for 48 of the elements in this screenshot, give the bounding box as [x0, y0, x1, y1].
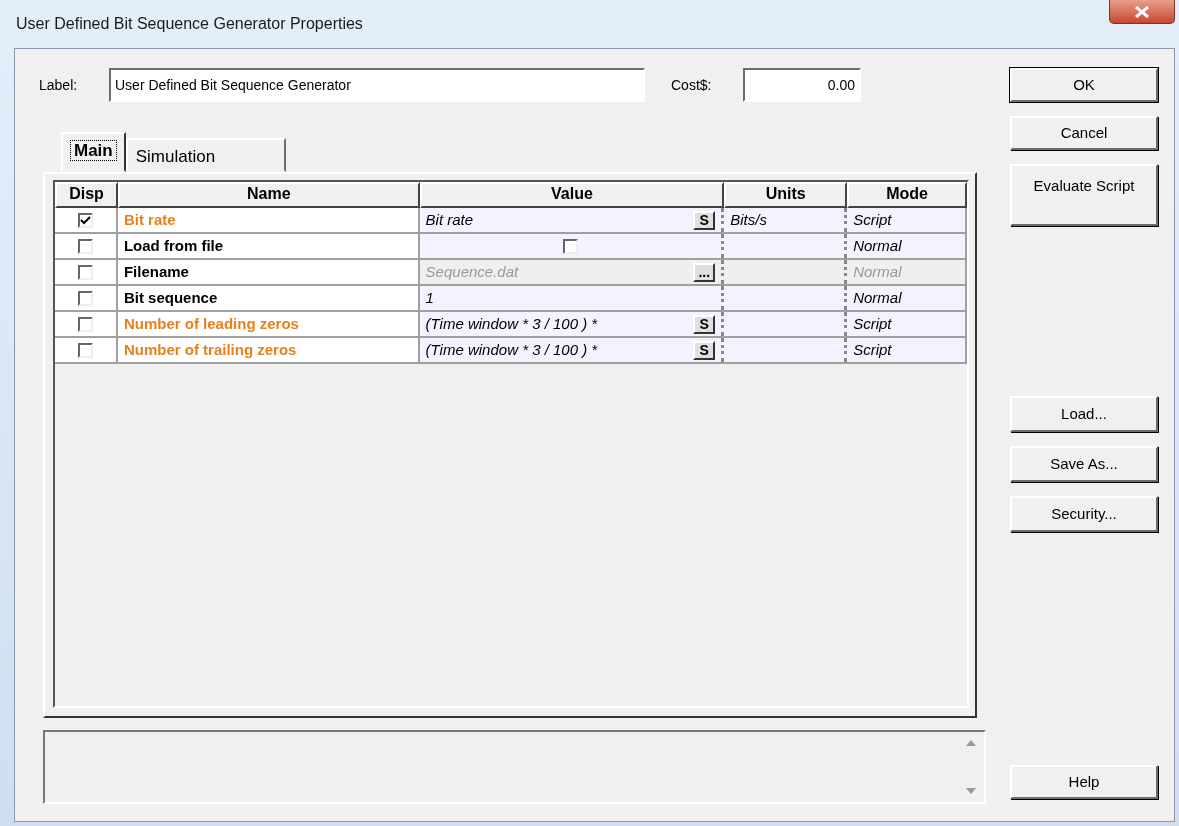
cost-caption: Cost$:	[671, 75, 713, 95]
checkbox[interactable]	[77, 212, 93, 228]
column-header: Units	[724, 182, 848, 208]
cell-text: Bit rate	[425, 210, 474, 230]
dialog-button[interactable]: Security...	[1010, 496, 1158, 532]
cell-text: Normal	[853, 262, 902, 282]
table-cell: Filename	[117, 260, 420, 284]
table-cell: Number of trailing zeros	[117, 338, 420, 362]
cost-field[interactable]: 0.00	[743, 68, 861, 102]
help-button[interactable]: Help	[1010, 765, 1158, 799]
table-cell: Load from file	[117, 234, 420, 258]
dialog-button[interactable]: Load...	[1010, 396, 1158, 432]
table-cell: Number of leading zeros	[117, 312, 420, 336]
checkbox[interactable]	[562, 238, 578, 254]
column-header: Disp	[55, 182, 118, 208]
script-button[interactable]: S	[693, 340, 716, 360]
cell-text: Sequence.dat	[425, 262, 519, 282]
column-header: Name	[117, 182, 420, 208]
window-title: User Defined Bit Sequence Generator Properties	[16, 14, 363, 34]
column-header: Value	[419, 182, 725, 208]
cell-text: Script	[853, 210, 892, 230]
cell-text: Normal	[853, 288, 902, 308]
cell-text: (Time window * 3 / 100 ) *	[425, 314, 598, 334]
close-button[interactable]	[1109, 0, 1175, 24]
checkbox[interactable]	[77, 316, 93, 332]
dialog-button[interactable]: Save As...	[1010, 446, 1158, 482]
table-cell: Bit sequence	[117, 286, 420, 310]
cell-text: Script	[853, 340, 892, 360]
checkbox[interactable]	[77, 342, 93, 358]
checkbox[interactable]	[77, 290, 93, 306]
tab[interactable]: Simulation	[125, 138, 286, 172]
label-field[interactable]: User Defined Bit Sequence Generator	[109, 68, 645, 102]
script-button[interactable]: S	[693, 314, 716, 334]
script-button[interactable]: S	[693, 210, 716, 230]
table-cell: Bit rate	[117, 208, 420, 232]
close-icon	[1134, 5, 1150, 18]
dialog-button[interactable]: OK	[1010, 68, 1158, 102]
cell-text: Normal	[853, 236, 902, 256]
dialog-button[interactable]: Cancel	[1010, 116, 1158, 150]
label-caption: Label:	[39, 75, 79, 95]
column-header: Mode	[847, 182, 967, 208]
cell-text: Bits/s	[730, 210, 767, 230]
cell-text: (Time window * 3 / 100 ) *	[425, 340, 598, 360]
tab[interactable]: Main	[61, 132, 126, 172]
checkbox[interactable]	[77, 238, 93, 254]
cell-text: 1	[425, 288, 434, 308]
cell-text: Script	[853, 314, 892, 334]
dialog-button[interactable]: Evaluate Script	[1010, 164, 1158, 226]
